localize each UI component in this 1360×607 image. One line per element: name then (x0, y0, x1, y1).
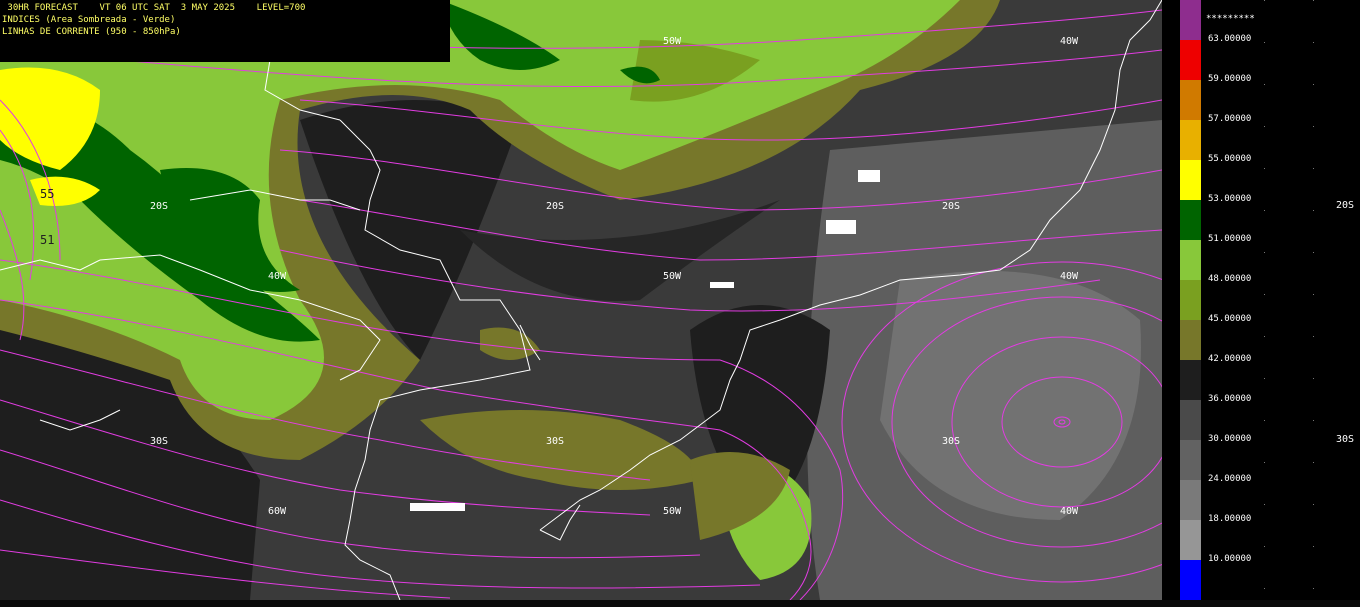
legend-swatch (1180, 200, 1201, 241)
legend-swatch (1180, 280, 1201, 321)
lon-label: 40W (1060, 36, 1079, 47)
lat-label: 20S (546, 201, 564, 212)
bottom-color-strip (0, 600, 1360, 607)
lon-label: 50W (663, 271, 682, 282)
legend-swatch (1180, 400, 1201, 441)
lon-label: 50W (663, 506, 682, 517)
lon-label: 40W (268, 271, 287, 282)
legend-swatch (1180, 120, 1201, 161)
streamline-description: LINHAS DE CORRENTE (950 - 850hPa) (2, 27, 181, 37)
legend-swatch (1180, 360, 1201, 401)
lat-label: 30S (546, 436, 564, 447)
legend-swatch (1180, 40, 1201, 81)
legend-level-label: 55.00000 (1208, 154, 1252, 164)
contour-label: 51 (40, 233, 54, 247)
legend-swatch (1180, 320, 1201, 361)
legend-level-label: 51.00000 (1208, 234, 1252, 244)
forecast-map: 50W 40W 20S 20S 20S 40W 50W 40W 30S 30S … (0, 0, 1162, 600)
index-description: INDICES (Area Sombreada - Verde) (2, 15, 176, 25)
legend-level-label: 53.00000 (1208, 194, 1252, 204)
legend-level-label: 48.00000 (1208, 274, 1252, 284)
lat-label: 30S (150, 436, 168, 447)
legend-swatch (1180, 240, 1201, 281)
legend-level-label: 24.00000 (1208, 474, 1252, 484)
legend-level-label: 63.00000 (1208, 34, 1252, 44)
legend-swatch (1180, 480, 1201, 521)
forecast-header: 30HR FORECAST VT 06 UTC SAT 3 MAY 2025 L… (0, 0, 450, 62)
lon-label: 40W (1060, 506, 1079, 517)
legend-swatch (1180, 80, 1201, 121)
lat-label: 20S (942, 201, 960, 212)
forecast-title: 30HR FORECAST VT 06 UTC SAT 3 MAY 2025 L… (2, 3, 306, 13)
legend-level-label: 36.00000 (1208, 394, 1252, 404)
legend-level-label: 10.00000 (1208, 554, 1252, 564)
legend-overflow-label: ********* (1206, 14, 1255, 24)
contour-label: 55 (40, 187, 54, 201)
legend-level-label: 59.00000 (1208, 74, 1252, 84)
color-legend: ********* 20S 30S 63.00000 59.00000 57.000… (1162, 0, 1360, 607)
edge-lat-label: 30S (1336, 434, 1355, 445)
lat-label: 30S (942, 436, 960, 447)
legend-swatch (1180, 160, 1201, 201)
lon-label: 40W (1060, 271, 1079, 282)
lat-label: 20S (150, 201, 168, 212)
legend-swatch (1180, 440, 1201, 481)
lon-label: 50W (663, 36, 682, 47)
legend-level-label: 57.00000 (1208, 114, 1252, 124)
legend-swatch (1180, 560, 1201, 601)
legend-level-label: 45.00000 (1208, 314, 1252, 324)
legend-level-label: 30.00000 (1208, 434, 1252, 444)
edge-lat-label: 20S (1336, 200, 1355, 211)
legend-level-label: 42.00000 (1208, 354, 1252, 364)
grid-dots (1264, 0, 1265, 600)
legend-swatch (1180, 520, 1201, 561)
grid-dots (1313, 0, 1314, 600)
lon-label: 60W (268, 506, 287, 517)
legend-swatch (1180, 0, 1201, 41)
legend-level-label: 18.00000 (1208, 514, 1252, 524)
